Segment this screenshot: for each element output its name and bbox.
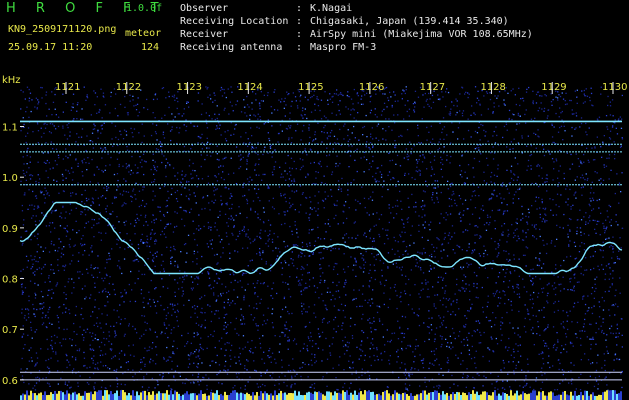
file-name: KN9_2509171120.png: [8, 24, 117, 35]
mode-label: meteor: [125, 28, 162, 39]
info-value: K.Nagai: [310, 3, 353, 14]
y-tick-label: 1.1: [2, 123, 18, 134]
y-tick-label: 0.8: [2, 275, 18, 286]
station-info: Observer: K.Nagai Receiving Location: Chig…: [180, 2, 533, 54]
info-row-receiver: Receiver: AirSpy mini (Miakejima VOR 108.…: [180, 28, 533, 41]
spectrogram: 1.1 1.0 0.9 0.8 0.7 0.6 1121 1122 1123 1124 1125 1…: [0, 72, 629, 400]
info-row-antenna: Receiving antenna: Maspro FM-3: [180, 41, 533, 54]
count-label: 124: [141, 42, 160, 53]
header-panel: H R O F F T 1.0.0f KN9_2509171120.png me…: [0, 0, 629, 72]
x-tick-label: 1125: [298, 82, 323, 93]
info-sep: :: [296, 42, 303, 53]
x-tick-label: 1126: [359, 82, 384, 93]
info-row-location: Receiving Location: Chigasaki, Japan (139…: [180, 15, 533, 28]
y-tick-label: 0.7: [2, 325, 18, 336]
info-key: Receiving antenna: [180, 42, 283, 53]
x-tick-label: 1129: [541, 82, 566, 93]
y-unit-label: kHz: [2, 75, 21, 86]
x-tick-label: 1123: [177, 82, 202, 93]
info-sep: :: [296, 16, 303, 27]
x-tick-label: 1121: [55, 82, 80, 93]
x-tick-label: 1128: [480, 82, 505, 93]
x-tick-label: 1122: [116, 82, 141, 93]
datetime-label: 25.09.17 11:20: [8, 42, 93, 53]
info-row-observer: Observer: K.Nagai: [180, 2, 533, 15]
info-key: Receiver: [180, 29, 229, 40]
info-key: Receiving Location: [180, 16, 289, 27]
y-tick-label: 1.0: [2, 173, 18, 184]
info-value: Chigasaki, Japan (139.414 35.340): [310, 16, 509, 27]
info-value: AirSpy mini (Miakejima VOR 108.65MHz): [310, 29, 533, 40]
x-tick-label: 1130: [602, 82, 627, 93]
app-version: 1.0.0f: [126, 3, 163, 14]
info-sep: :: [296, 3, 303, 14]
y-tick-label: 0.6: [2, 376, 18, 387]
info-key: Observer: [180, 3, 229, 14]
y-tick-label: 0.9: [2, 224, 18, 235]
info-value: Maspro FM-3: [310, 42, 377, 53]
x-tick-label: 1127: [420, 82, 445, 93]
info-sep: :: [296, 29, 303, 40]
x-tick-label: 1124: [237, 82, 262, 93]
